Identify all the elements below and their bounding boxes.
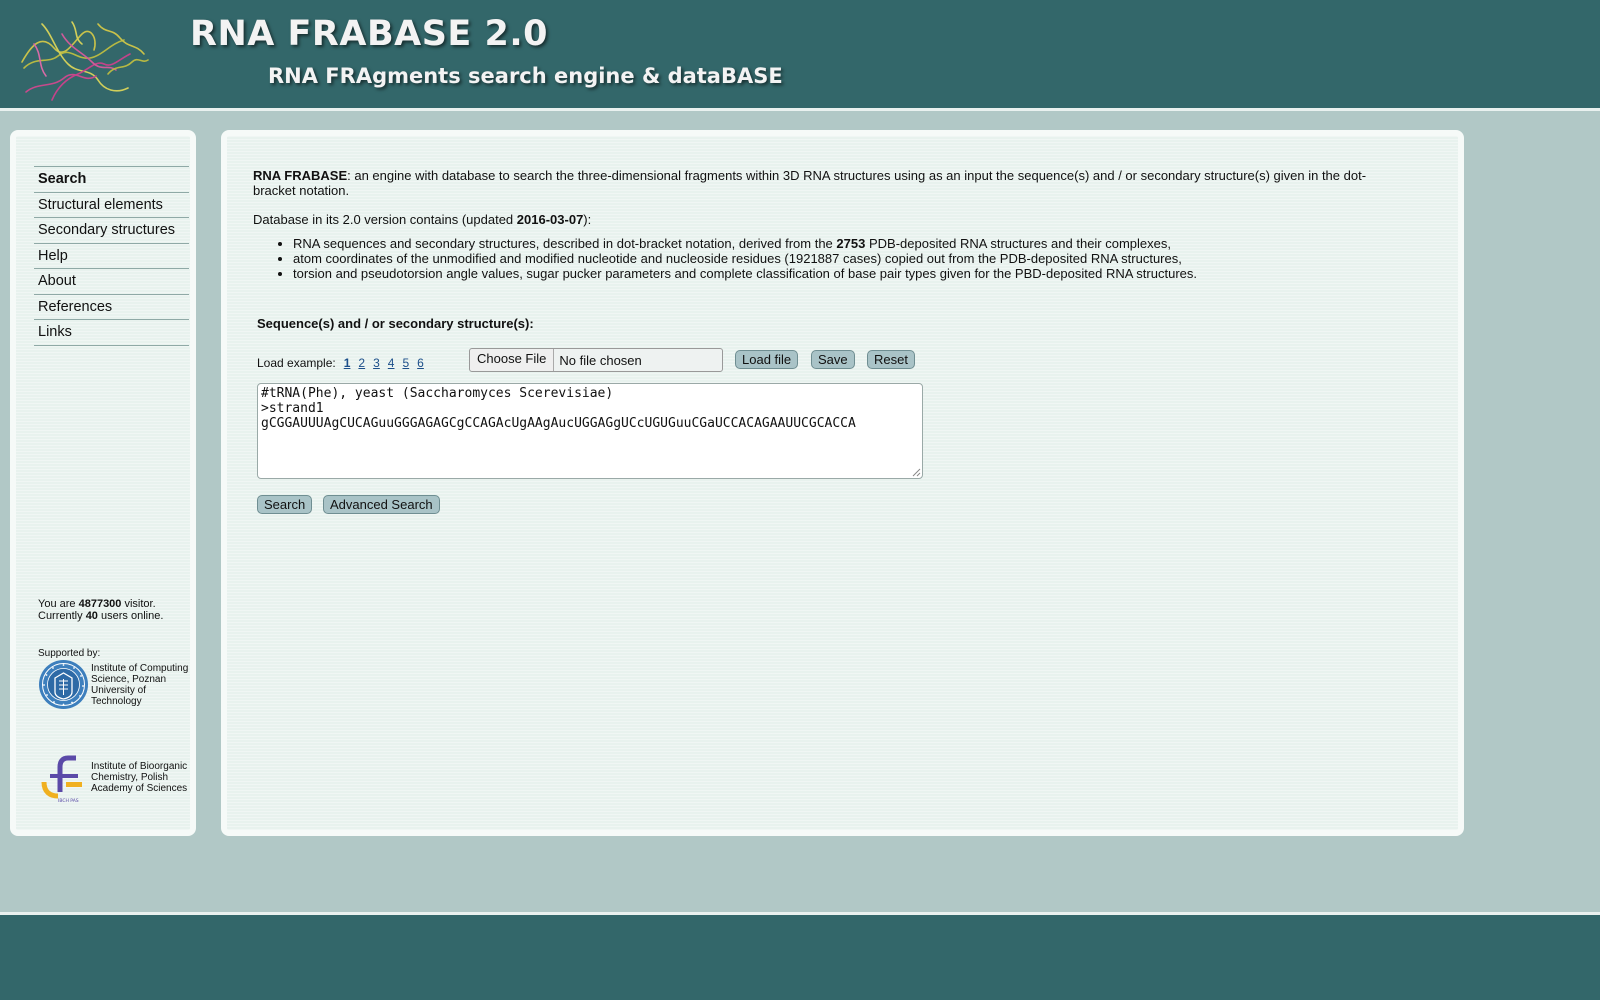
load-file-button[interactable]: Load file — [735, 350, 799, 369]
database-prefix: Database in its 2.0 version contains (up… — [253, 212, 514, 227]
supporter-name: Institute of Bioorganic Chemistry, Polis… — [91, 761, 188, 794]
sequence-input-label: Sequence(s) and / or secondary structure… — [257, 316, 534, 331]
visitor-stats: You are 4877300 visitor. Currently 40 us… — [38, 598, 163, 622]
nav-item-search[interactable]: Search — [34, 167, 189, 193]
load-example-bar: Load example: 1 2 3 4 5 6 — [257, 356, 424, 370]
nav-item-references[interactable]: References — [34, 295, 189, 320]
nav-item-structural-elements[interactable]: Structural elements — [34, 193, 189, 218]
fact-text: PDB-deposited RNA structures and their c… — [868, 236, 1171, 251]
nav-item-links[interactable]: Links — [34, 320, 189, 346]
visitor-suffix: visitor. — [124, 598, 156, 610]
main-nav: Search Structural elements Secondary str… — [34, 166, 189, 346]
load-example-label: Load example: — [257, 356, 336, 370]
supporter-put[interactable]: Institute of Computing Science, Poznan U… — [38, 659, 189, 710]
example-link-5[interactable]: 5 — [402, 356, 409, 370]
supporter-ibch[interactable]: IBCH PAS Institute of Bioorganic Chemist… — [38, 752, 189, 804]
sequence-textarea[interactable]: #tRNA(Phe), yeast (Saccharomyces Scerevi… — [257, 383, 923, 479]
visitor-prefix: You are — [38, 598, 76, 610]
advanced-search-button[interactable]: Advanced Search — [323, 495, 440, 514]
header-divider — [0, 108, 1600, 111]
nav-item-about[interactable]: About — [34, 269, 189, 295]
database-facts: RNA sequences and secondary structures, … — [253, 236, 1197, 281]
file-name-display: No file chosen — [559, 352, 642, 368]
save-button[interactable]: Save — [811, 350, 855, 369]
intro-text: RNA FRABASE: an engine with database to … — [253, 168, 1403, 198]
intro-description: : an engine with database to search the … — [253, 168, 1367, 198]
nav-item-secondary-structures[interactable]: Secondary structures — [34, 218, 189, 244]
fact-torsion-angles: torsion and pseudotorsion angle values, … — [293, 266, 1197, 281]
example-link-2[interactable]: 2 — [358, 356, 365, 370]
example-link-6[interactable]: 6 — [417, 356, 424, 370]
example-link-3[interactable]: 3 — [373, 356, 380, 370]
fact-sequences: RNA sequences and secondary structures, … — [293, 236, 1197, 251]
structure-count: 2753 — [836, 236, 866, 251]
fact-atom-coordinates: atom coordinates of the unmodified and m… — [293, 251, 1197, 266]
search-button[interactable]: Search — [257, 495, 313, 514]
online-prefix: Currently — [38, 610, 83, 622]
example-link-4[interactable]: 4 — [388, 356, 395, 370]
ibch-pas-logo-icon: IBCH PAS — [38, 752, 89, 804]
put-university-seal-icon — [38, 659, 89, 710]
online-count: 40 — [85, 610, 98, 622]
nav-item-help[interactable]: Help — [34, 244, 189, 269]
file-input[interactable]: Choose File No file chosen — [469, 348, 723, 372]
site-title: RNA FRABASE 2.0 — [190, 14, 549, 54]
fact-text: RNA sequences and secondary structures, … — [293, 236, 833, 251]
sidebar: Search Structural elements Secondary str… — [10, 130, 196, 836]
supported-by-label: Supported by: — [38, 648, 101, 659]
intro-name: RNA FRABASE — [253, 168, 348, 183]
example-link-1[interactable]: 1 — [344, 356, 351, 370]
database-date: 2016-03-07 — [516, 212, 584, 227]
online-suffix: users online. — [101, 610, 164, 622]
reset-button[interactable]: Reset — [867, 350, 915, 369]
visitor-count: 4877300 — [78, 598, 122, 610]
choose-file-button[interactable]: Choose File — [470, 349, 555, 371]
main-content: RNA FRABASE: an engine with database to … — [221, 130, 1464, 836]
database-summary: Database in its 2.0 version contains (up… — [253, 212, 591, 227]
site-footer — [0, 915, 1600, 1000]
svg-text:IBCH PAS: IBCH PAS — [58, 798, 79, 803]
supporter-name: Institute of Computing Science, Poznan U… — [91, 662, 189, 707]
database-suffix: ): — [583, 212, 592, 227]
resize-grip-icon[interactable] — [912, 468, 921, 477]
rna-structure-logo-icon[interactable] — [12, 4, 152, 106]
site-header: RNA FRABASE 2.0 RNA FRAgments search eng… — [0, 0, 1600, 108]
site-subtitle: RNA FRAgments search engine & dataBASE — [268, 64, 783, 88]
